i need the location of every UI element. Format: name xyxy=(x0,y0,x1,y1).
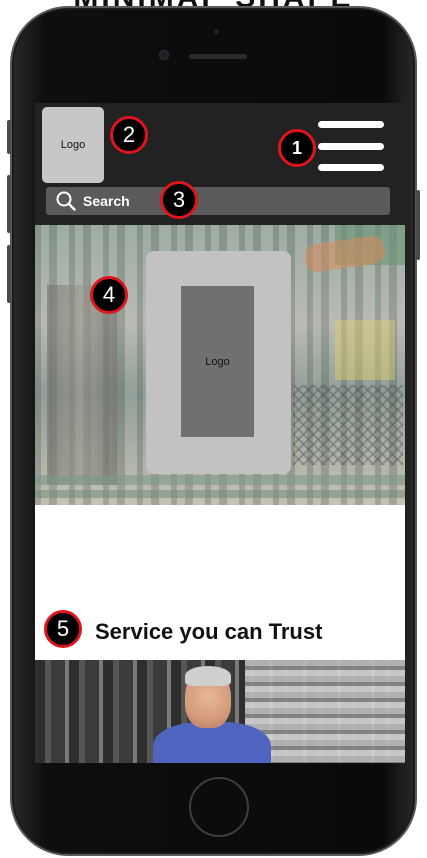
phone-screen: Logo Search Logo xyxy=(35,103,405,763)
hero-logo-label: Logo xyxy=(205,355,230,368)
callout-badge-2: 2 xyxy=(110,116,148,154)
callout-badge-1: 1 xyxy=(278,129,316,167)
search-icon xyxy=(56,191,76,211)
volume-up-button xyxy=(7,175,11,233)
hero-banner-image: Logo xyxy=(35,225,405,505)
volume-down-button xyxy=(7,245,11,303)
hero-bg-shape xyxy=(47,285,117,485)
photo-person-body xyxy=(153,722,271,763)
callout-badge-4: 4 xyxy=(90,276,128,314)
callout-badge-3: 3 xyxy=(160,181,198,219)
menu-bar-middle xyxy=(318,143,384,150)
search-label: Search xyxy=(83,193,130,209)
menu-bar-top xyxy=(318,121,384,128)
staff-photo xyxy=(35,660,405,763)
search-bar[interactable]: Search xyxy=(46,187,390,215)
earpiece-speaker xyxy=(189,54,247,59)
hero-bg-shape xyxy=(303,234,387,274)
power-button xyxy=(416,190,420,260)
hero-bg-shape xyxy=(35,490,405,498)
header-logo-label: Logo xyxy=(60,139,86,151)
hero-logo[interactable]: Logo xyxy=(181,286,254,437)
callout-badge-5: 5 xyxy=(44,610,82,648)
mute-switch xyxy=(7,120,11,154)
home-button[interactable] xyxy=(189,777,249,837)
hero-bg-shape xyxy=(293,385,403,465)
photo-person-hair xyxy=(185,666,231,686)
hamburger-menu-icon[interactable] xyxy=(318,121,384,173)
menu-bar-bottom xyxy=(318,164,384,171)
section-heading: Service you can Trust xyxy=(95,619,323,644)
header-logo[interactable]: Logo xyxy=(42,107,104,183)
front-camera xyxy=(159,50,169,60)
site-header: Logo Search xyxy=(35,103,405,225)
proximity-sensor xyxy=(214,29,219,34)
hero-bg-shape xyxy=(35,475,405,485)
hero-logo-frame: Logo xyxy=(146,251,291,474)
hero-bg-shape xyxy=(335,320,395,380)
